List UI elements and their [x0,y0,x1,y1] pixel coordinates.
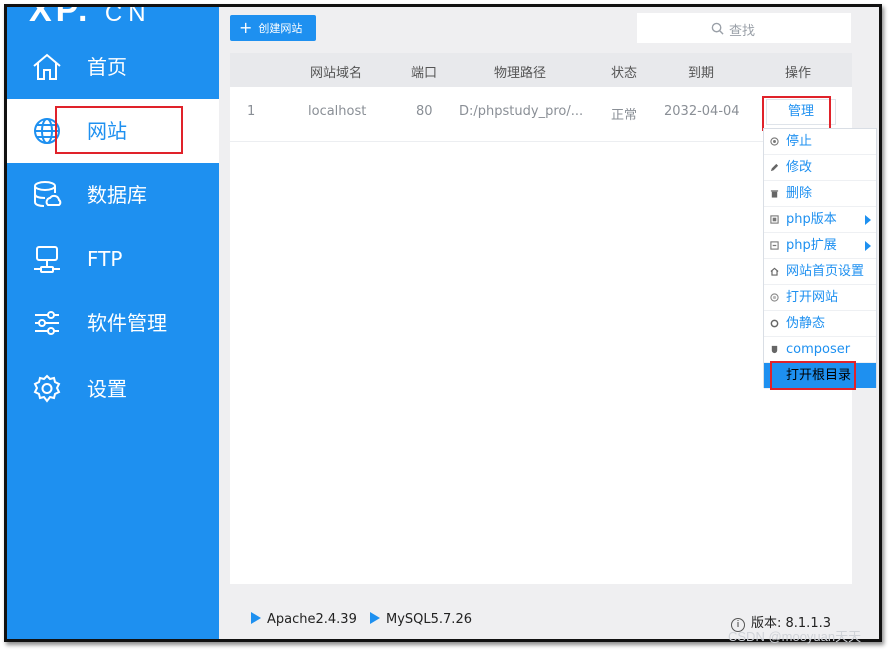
menu-item-composer[interactable]: composer [764,337,876,363]
sidebar-item-settings[interactable]: 设置 [7,357,219,421]
open-site-icon [770,293,779,302]
search-input[interactable]: 查找 [637,13,851,43]
gear-icon [33,374,61,403]
trash-icon [770,190,779,198]
action-dropdown-menu: 停止 修改 删除 php版本 php扩展 网站首页设置 打开网站 伪静态 com… [763,128,877,389]
watermark: CSDN @mooyuan天天 [728,629,862,644]
pencil-icon [770,163,779,172]
ftp-icon [34,246,60,273]
sidebar-item-website[interactable]: 网站 [7,99,219,163]
sidebar-item-ftp[interactable]: FTP [7,227,219,291]
stop-icon [770,137,779,146]
home-icon [33,53,61,80]
php-extension-icon [770,241,779,250]
app-window: XP. CN 首页 网站 数据库 FTP 软件管理 设置 + 创建网站 查找 网… [4,4,882,642]
sidebar-item-label: 设置 [87,377,127,401]
row-status: 正常 [611,108,638,123]
column-header: 到期 [688,66,715,81]
column-header: 网站域名 [310,66,363,81]
chevron-right-icon [865,215,871,225]
service-apache[interactable]: Apache2.4.39 [251,612,357,627]
plus-icon: + [239,18,253,37]
sidebar-item-label: FTP [87,247,123,271]
home-icon [770,267,779,276]
column-header: 状态 [611,66,638,81]
menu-item-edit[interactable]: 修改 [764,155,876,181]
globe-icon [34,118,60,144]
row-index: 1 [247,104,256,119]
sidebar-item-label: 首页 [87,55,127,79]
rewrite-icon [770,319,779,328]
menu-item-php-extension[interactable]: php扩展 [764,233,876,259]
sidebar-item-software[interactable]: 软件管理 [7,291,219,355]
menu-item-php-version[interactable]: php版本 [764,207,876,233]
sidebar-item-database[interactable]: 数据库 [7,163,219,227]
app-logo: XP. CN [29,4,152,29]
column-header: 端口 [411,66,438,81]
sidebar-item-label: 软件管理 [87,311,167,335]
window-edge [879,7,882,639]
table-row[interactable]: 1 localhost 80 D:/phpstudy_pro/... 正常 20… [230,87,852,142]
column-header: 物理路径 [494,66,547,81]
menu-item-stop[interactable]: 停止 [764,129,876,155]
create-website-button[interactable]: + 创建网站 [230,15,316,41]
column-header: 操作 [785,66,812,81]
row-expire: 2032-04-04 [664,104,740,119]
menu-item-homepage-settings[interactable]: 网站首页设置 [764,259,876,285]
sidebar-item-label: 数据库 [87,183,147,207]
play-icon [370,612,380,624]
row-port: 80 [416,104,433,119]
row-domain: localhost [308,104,367,119]
menu-item-delete[interactable]: 删除 [764,181,876,207]
table-header: 网站域名 端口 物理路径 状态 到期 操作 [230,53,852,87]
website-table: 网站域名 端口 物理路径 状态 到期 操作 1 localhost 80 D:/… [230,53,852,584]
sidebar: XP. CN 首页 网站 数据库 FTP 软件管理 设置 [7,7,219,639]
sidebar-item-home[interactable]: 首页 [7,35,219,99]
php-version-icon [770,215,779,224]
sidebar-item-label: 网站 [87,119,127,143]
search-icon [711,22,724,35]
service-mysql[interactable]: MySQL5.7.26 [370,612,472,627]
menu-item-open-site[interactable]: 打开网站 [764,285,876,311]
database-icon [34,181,62,207]
chevron-right-icon [865,241,871,251]
composer-icon [771,345,778,354]
sliders-icon [35,311,59,335]
play-icon [251,612,261,624]
menu-item-rewrite[interactable]: 伪静态 [764,311,876,337]
row-path: D:/phpstudy_pro/... [459,104,584,119]
menu-item-open-root-dir[interactable]: 打开根目录 [764,363,876,389]
manage-button[interactable]: 管理 [766,99,836,125]
